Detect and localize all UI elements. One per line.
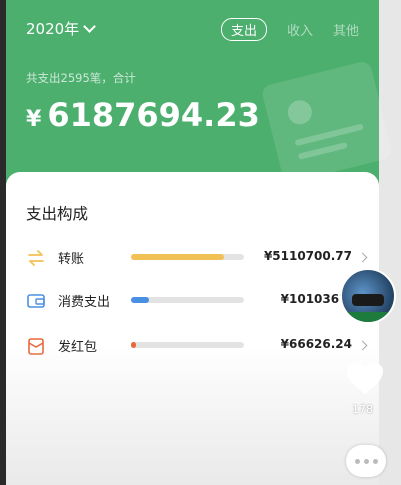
breakdown-bar [131, 254, 244, 260]
type-tabs: 支出 收入 其他 [220, 18, 359, 41]
breakdown-card: 支出构成 转账 ¥5110700.77 消费支出 ¥1010367. 发红包 ¥… [6, 172, 379, 485]
heart-icon[interactable] [346, 362, 384, 396]
breakdown-row-red-packet[interactable]: 发红包 ¥66626.24 [26, 334, 368, 358]
breakdown-title: 支出构成 [26, 205, 89, 223]
breakdown-value: ¥5110700.77 [263, 249, 352, 263]
transfer-icon [28, 250, 44, 266]
breakdown-bar [131, 342, 244, 348]
breakdown-value: ¥66626.24 [280, 337, 352, 351]
amount-value: 6187694.23 [47, 96, 260, 134]
year-label: 2020年 [26, 20, 80, 38]
right-edge [379, 0, 401, 485]
expense-summary: 共支出2595笔，合计 [26, 71, 136, 85]
year-selector[interactable]: 2020年 [26, 18, 97, 39]
breakdown-bar-fill [131, 254, 225, 260]
total-amount: ¥ 6187694.23 [26, 96, 260, 134]
breakdown-row-transfer[interactable]: 转账 ¥5110700.77 [26, 246, 368, 270]
breakdown-row-consumption[interactable]: 消费支出 ¥1010367. [26, 289, 368, 313]
breakdown-bar [131, 297, 244, 303]
currency-symbol: ¥ [26, 107, 42, 132]
breakdown-bar-fill [131, 342, 136, 348]
breakdown-label: 消费支出 [58, 295, 111, 310]
tab-expense[interactable]: 支出 [220, 18, 267, 41]
document-illustration [260, 59, 394, 185]
creator-avatar[interactable] [340, 268, 396, 324]
breakdown-label: 发红包 [58, 340, 98, 355]
chevron-down-icon [83, 20, 97, 33]
comment-icon[interactable] [346, 445, 386, 477]
tab-income[interactable]: 收入 [287, 20, 313, 39]
chevron-right-icon [357, 340, 368, 351]
breakdown-bar-fill [131, 297, 150, 303]
wallet-icon [27, 294, 45, 308]
tab-other[interactable]: 其他 [333, 20, 359, 39]
red-packet-icon [28, 338, 44, 355]
like-count: 178 [352, 403, 373, 416]
chevron-right-icon [357, 252, 368, 263]
breakdown-label: 转账 [58, 252, 85, 267]
